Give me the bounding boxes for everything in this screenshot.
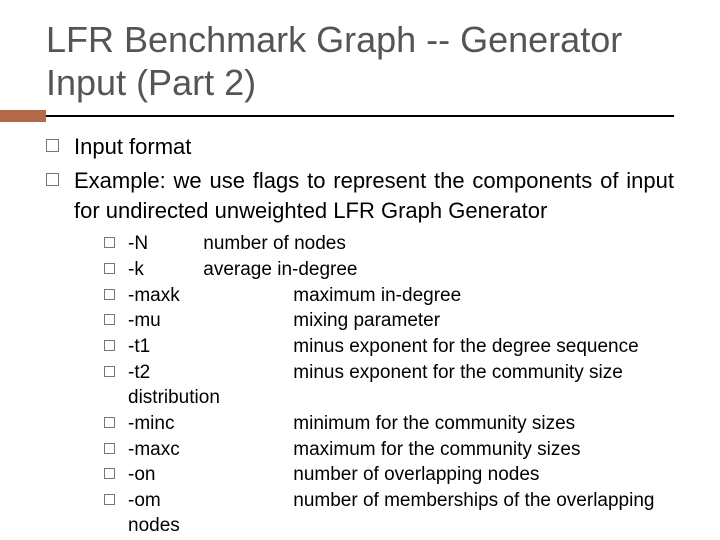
flag-row: -t1 minus exponent for the degree sequen…	[128, 334, 674, 360]
flag-name: -N	[128, 231, 198, 257]
flag-desc: minus exponent for the degree sequence	[203, 334, 638, 360]
flag-item: -k average in-degree	[104, 257, 674, 283]
flag-name: -om	[128, 488, 198, 514]
flag-cont: distribution	[128, 385, 674, 411]
flag-item: -mu mixing parameter	[104, 308, 674, 334]
flag-row: -on number of overlapping nodes	[128, 462, 674, 488]
flag-item: -om number of memberships of the overlap…	[104, 488, 674, 539]
flag-name: -on	[128, 462, 198, 488]
flag-row: -minc minimum for the community sizes	[128, 411, 674, 437]
flag-name: -maxc	[128, 437, 198, 463]
bullet-box-icon	[104, 263, 115, 274]
flag-desc: maximum in-degree	[203, 283, 461, 309]
bullet-box-icon	[104, 468, 115, 479]
bullet-box-icon	[104, 237, 115, 248]
flag-name: -t2	[128, 360, 198, 386]
bullet-box-icon	[104, 340, 115, 351]
flag-name: -k	[128, 257, 198, 283]
title-rule-line	[46, 115, 674, 117]
flag-item: -t2 minus exponent for the community siz…	[104, 360, 674, 411]
flag-cont: nodes	[128, 513, 674, 539]
flag-desc: minus exponent for the community size	[203, 360, 623, 386]
flag-desc: mixing parameter	[203, 308, 440, 334]
bullet-box-icon	[104, 417, 115, 428]
title-rule-accent	[0, 110, 46, 122]
level1-list: Input format Example: we use flags to re…	[46, 132, 674, 539]
flag-row: -maxk maximum in-degree	[128, 283, 674, 309]
flag-name: -mu	[128, 308, 198, 334]
flag-item: -maxc maximum for the community sizes	[104, 437, 674, 463]
flag-list: -N number of nodes -k average in-degree …	[74, 231, 674, 539]
level1-text: Input format	[74, 134, 191, 159]
level1-item: Input format	[46, 132, 674, 162]
flag-name: -t1	[128, 334, 198, 360]
flag-row: -k average in-degree	[128, 257, 674, 283]
flag-desc: number of memberships of the overlapping	[203, 488, 654, 514]
level1-item: Example: we use flags to represent the c…	[46, 166, 674, 539]
flag-desc: number of nodes	[203, 231, 346, 257]
bullet-box-icon	[104, 494, 115, 505]
flag-item: -t1 minus exponent for the degree sequen…	[104, 334, 674, 360]
flag-row: -mu mixing parameter	[128, 308, 674, 334]
flag-item: -maxk maximum in-degree	[104, 283, 674, 309]
flag-item: -on number of overlapping nodes	[104, 462, 674, 488]
slide: LFR Benchmark Graph -- Generator Input (…	[0, 0, 720, 540]
flag-name: -maxk	[128, 283, 198, 309]
flag-desc: number of overlapping nodes	[203, 462, 539, 488]
flag-row: -maxc maximum for the community sizes	[128, 437, 674, 463]
bullet-box-icon	[46, 139, 59, 152]
bullet-box-icon	[46, 173, 59, 186]
title-rule	[0, 110, 674, 114]
flag-desc: minimum for the community sizes	[203, 411, 575, 437]
flag-item: -N number of nodes	[104, 231, 674, 257]
bullet-box-icon	[104, 443, 115, 454]
bullet-box-icon	[104, 289, 115, 300]
flag-row: -t2 minus exponent for the community siz…	[128, 360, 674, 386]
flag-row: -N number of nodes	[128, 231, 674, 257]
flag-desc: average in-degree	[203, 257, 357, 283]
bullet-box-icon	[104, 366, 115, 377]
flag-name: -minc	[128, 411, 198, 437]
flag-desc: maximum for the community sizes	[203, 437, 580, 463]
flag-row: -om number of memberships of the overlap…	[128, 488, 674, 514]
flag-item: -minc minimum for the community sizes	[104, 411, 674, 437]
bullet-box-icon	[104, 314, 115, 325]
slide-title: LFR Benchmark Graph -- Generator Input (…	[46, 18, 674, 104]
level1-text: Example: we use flags to represent the c…	[74, 168, 674, 223]
